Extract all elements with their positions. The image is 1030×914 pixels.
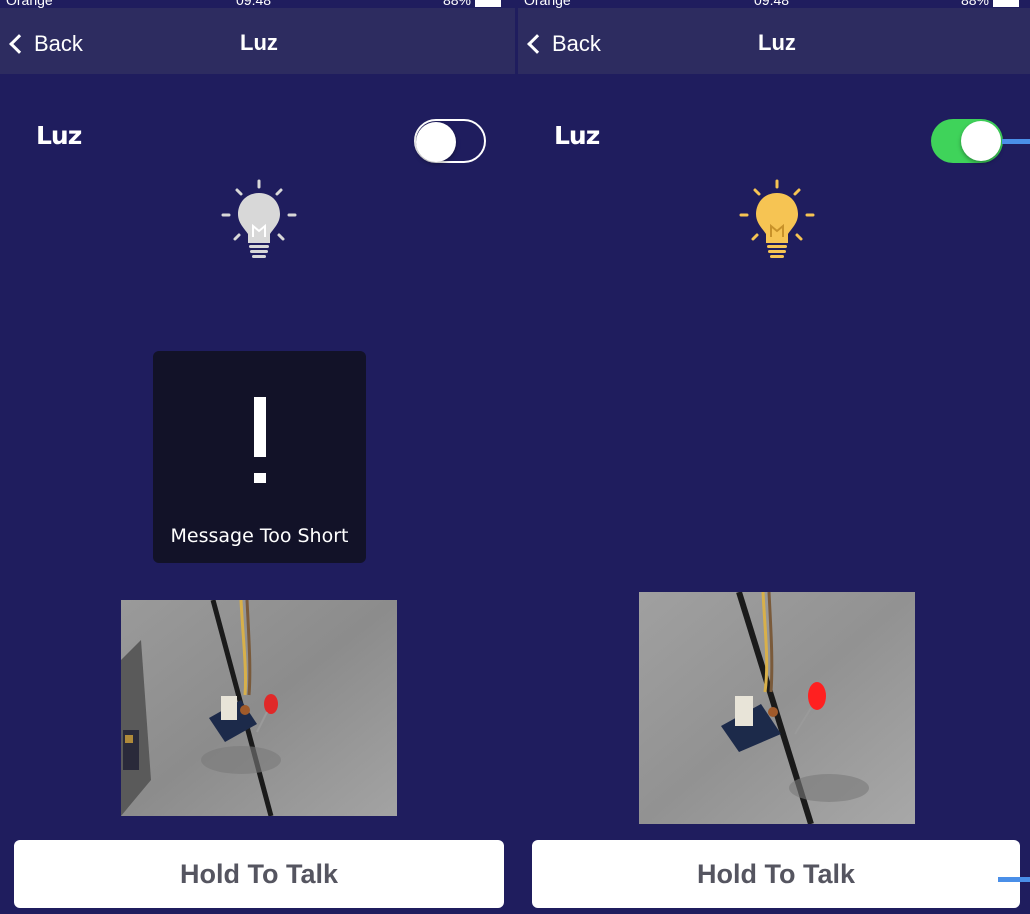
- screen-light-on: Orange 09:48 88% Back Luz Luz Hold To Ta…: [518, 0, 1030, 914]
- navigation-bar: Back Luz: [518, 8, 1030, 74]
- light-toggle[interactable]: [931, 119, 1003, 163]
- camera-feed-image: [121, 600, 397, 816]
- screen-light-off: Orange 09:48 88% Back Luz Luz Message To…: [0, 0, 515, 914]
- navigation-bar: Back Luz: [0, 8, 515, 74]
- annotation-arrow-bottom: [998, 877, 1030, 882]
- page-title: Luz: [758, 30, 796, 55]
- light-toggle[interactable]: [414, 119, 486, 163]
- clock-label: 09:48: [754, 0, 790, 8]
- carrier-label: Orange: [524, 0, 571, 8]
- lightbulb-on-icon: [739, 179, 815, 258]
- toggle-knob: [416, 122, 456, 162]
- hold-to-talk-button[interactable]: Hold To Talk: [532, 840, 1020, 908]
- toast-text: Message Too Short: [170, 525, 349, 547]
- page-title: Luz: [240, 30, 278, 55]
- camera-snapshot: [639, 592, 915, 824]
- status-bar: Orange 09:48 88%: [518, 0, 1030, 8]
- status-bar: Orange 09:48 88%: [0, 0, 515, 8]
- annotation-arrow-top: [1002, 139, 1030, 144]
- device-label: Luz: [36, 121, 82, 150]
- battery-indicator: 88%: [961, 0, 1019, 8]
- clock-label: 09:48: [236, 0, 272, 8]
- toast-message: Message Too Short: [153, 351, 366, 563]
- carrier-label: Orange: [6, 0, 53, 8]
- exclamation-icon: [254, 397, 266, 483]
- battery-icon: [475, 0, 501, 7]
- battery-icon: [993, 0, 1019, 7]
- device-label: Luz: [554, 121, 600, 150]
- camera-feed-image: [639, 592, 915, 824]
- hold-to-talk-button[interactable]: Hold To Talk: [14, 840, 504, 908]
- battery-percent: 88%: [442, 0, 471, 8]
- camera-snapshot: [121, 600, 397, 816]
- battery-indicator: 88%: [443, 0, 501, 8]
- toggle-knob: [961, 121, 1001, 161]
- lightbulb-off-icon: [221, 179, 297, 258]
- battery-percent: 88%: [960, 0, 989, 8]
